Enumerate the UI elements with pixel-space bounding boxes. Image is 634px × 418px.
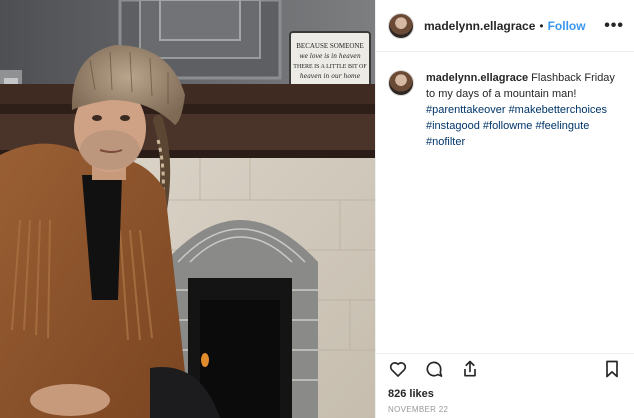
hashtag-link[interactable]: #nofilter bbox=[426, 136, 465, 148]
hashtag-link[interactable]: #feelingute bbox=[535, 120, 589, 132]
bookmark-icon[interactable] bbox=[602, 359, 624, 381]
caption-username[interactable]: madelynn.ellagrace bbox=[426, 72, 528, 84]
separator-dot: • bbox=[539, 18, 544, 33]
heart-icon[interactable] bbox=[388, 359, 410, 381]
header-username[interactable]: madelynn.ellagrace bbox=[424, 19, 535, 33]
post-header: madelynn.ellagrace • Follow ••• bbox=[376, 0, 634, 52]
sign-line-2: we love is in heaven bbox=[299, 53, 361, 60]
post-photo[interactable]: BECAUSE SOMEONE we love is in heaven THE… bbox=[0, 0, 375, 418]
post-caption: madelynn.ellagrace Flashback Friday to m… bbox=[376, 52, 634, 150]
hashtag-link[interactable]: #parenttakeover bbox=[426, 104, 506, 116]
sign-line-1: BECAUSE SOMEONE bbox=[296, 42, 363, 50]
sign-line-3: THERE IS A LITTLE BIT OF bbox=[293, 64, 367, 70]
action-bar bbox=[376, 353, 634, 386]
comment-icon[interactable] bbox=[424, 359, 446, 381]
caption-avatar[interactable] bbox=[388, 70, 414, 96]
instagram-post: BECAUSE SOMEONE we love is in heaven THE… bbox=[0, 0, 634, 418]
hashtag-link[interactable]: #followme bbox=[483, 120, 533, 132]
hashtag-link[interactable]: #makebetterchoices bbox=[509, 104, 607, 116]
share-icon[interactable] bbox=[460, 359, 482, 381]
sign-board: BECAUSE SOMEONE we love is in heaven THE… bbox=[289, 31, 371, 88]
caption-text-block: madelynn.ellagrace Flashback Friday to m… bbox=[426, 70, 622, 150]
follow-button[interactable]: Follow bbox=[548, 19, 586, 33]
more-options-icon[interactable]: ••• bbox=[604, 17, 624, 35]
likes-count[interactable]: 826 likes bbox=[388, 388, 434, 400]
avatar[interactable] bbox=[388, 12, 414, 39]
photo-illustration: BECAUSE SOMEONE we love is in heaven THE… bbox=[0, 0, 375, 418]
sign-line-4: heaven in our home bbox=[300, 73, 361, 80]
post-date[interactable]: NOVEMBER 22 bbox=[388, 405, 448, 414]
post-side-panel: madelynn.ellagrace • Follow ••• madelynn… bbox=[375, 0, 634, 418]
hashtag-link[interactable]: #instagood bbox=[426, 120, 480, 132]
